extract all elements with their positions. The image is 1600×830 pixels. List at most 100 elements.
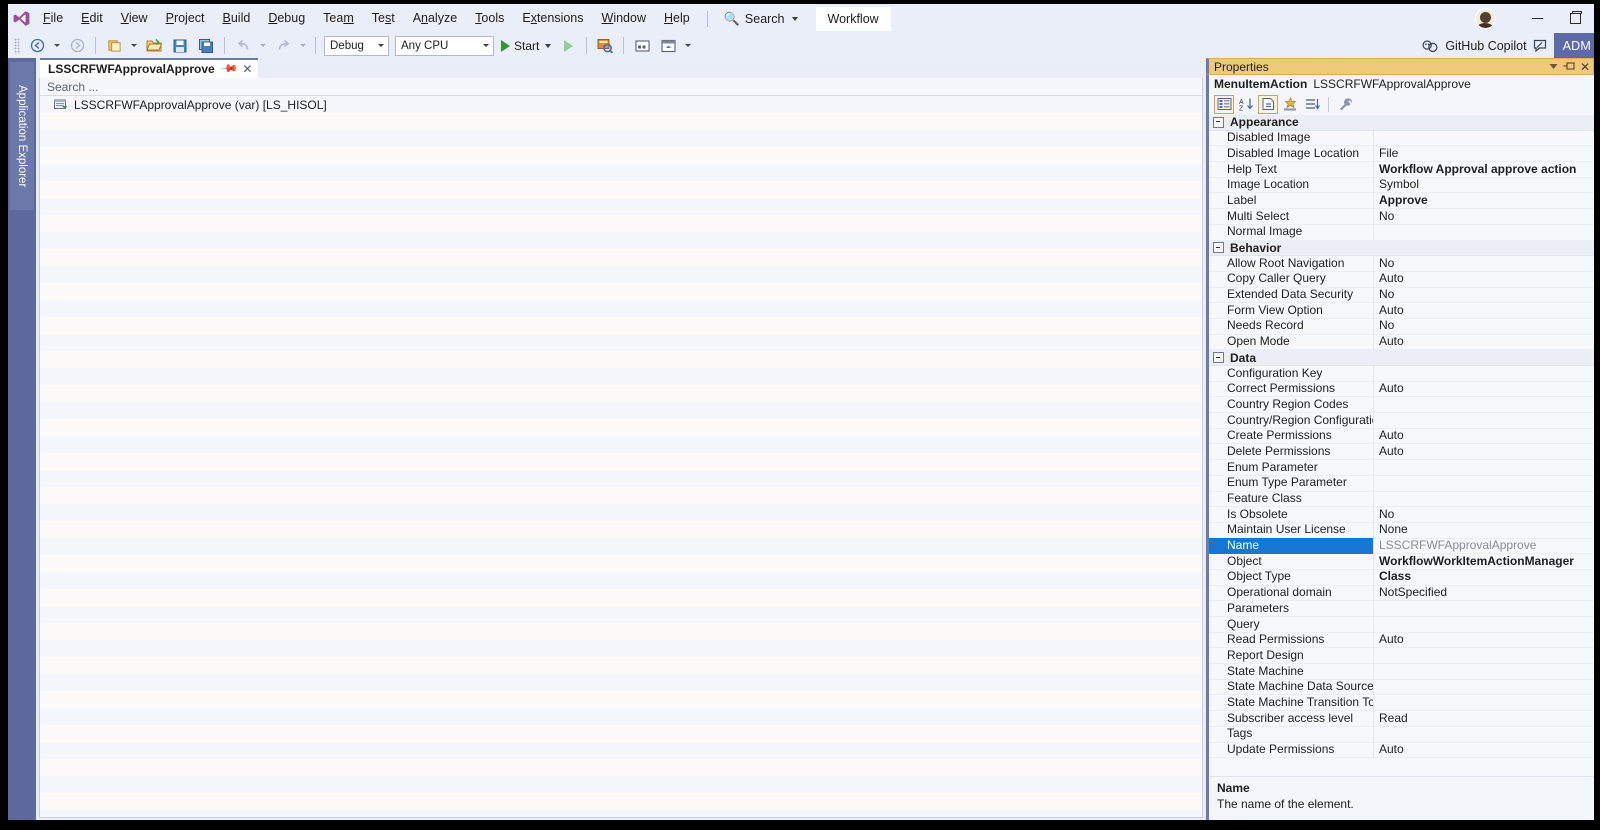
property-row[interactable]: Image Location Symbol xyxy=(1209,177,1594,194)
window-menu-chevron-down-icon[interactable] xyxy=(1545,63,1561,70)
property-value[interactable] xyxy=(1374,413,1594,429)
property-pages-icon[interactable] xyxy=(1302,95,1322,114)
toolbar-overflow-icon[interactable] xyxy=(685,44,692,47)
property-value[interactable]: Auto xyxy=(1374,381,1594,397)
property-row[interactable]: Is Obsolete No xyxy=(1209,506,1594,523)
property-category-behavior[interactable]: Behavior xyxy=(1209,240,1594,257)
property-row[interactable]: Object WorkflowWorkItemActionManager xyxy=(1209,553,1594,570)
avatar[interactable] xyxy=(1475,8,1496,29)
workflow-context-tab[interactable]: Workflow xyxy=(815,6,891,31)
property-row[interactable]: Read Permissions Auto xyxy=(1209,632,1594,649)
property-value[interactable]: Auto xyxy=(1374,444,1594,460)
property-row[interactable]: Parameters xyxy=(1209,600,1594,617)
navigate-backward-button[interactable] xyxy=(24,35,50,57)
save-all-button[interactable] xyxy=(193,35,219,57)
property-row[interactable]: Disabled Image xyxy=(1209,130,1594,147)
close-icon[interactable]: ✕ xyxy=(1577,60,1593,74)
account-badge[interactable]: ADM xyxy=(1553,33,1594,58)
attach-to-process-button[interactable] xyxy=(592,35,618,57)
property-row[interactable]: Multi Select No xyxy=(1209,208,1594,225)
property-row[interactable]: Name LSSCRFWFApprovalApprove xyxy=(1209,538,1594,555)
github-copilot-button[interactable]: GitHub Copilot xyxy=(1416,33,1553,58)
property-value[interactable] xyxy=(1374,648,1594,664)
menu-item-team[interactable]: Team xyxy=(314,4,363,33)
menu-item-tools[interactable]: Tools xyxy=(466,4,513,33)
property-value[interactable]: Auto xyxy=(1374,632,1594,648)
property-row[interactable]: Subscriber access level Read xyxy=(1209,710,1594,727)
menu-item-extensions[interactable]: Extensions xyxy=(513,4,592,33)
property-value[interactable]: Read xyxy=(1374,711,1594,727)
new-project-dropdown-icon[interactable] xyxy=(131,44,137,47)
property-value[interactable] xyxy=(1374,617,1594,633)
start-without-debugging-button[interactable] xyxy=(555,35,581,57)
menu-item-debug[interactable]: Debug xyxy=(259,4,314,33)
menu-item-view[interactable]: View xyxy=(112,4,157,33)
property-value[interactable]: None xyxy=(1374,522,1594,538)
property-value[interactable]: NotSpecified xyxy=(1374,585,1594,601)
pin-icon[interactable]: 📌 xyxy=(220,60,238,78)
property-row[interactable]: Enum Type Parameter xyxy=(1209,475,1594,492)
property-row[interactable]: Create Permissions Auto xyxy=(1209,428,1594,445)
property-row[interactable]: Disabled Image Location File xyxy=(1209,145,1594,163)
property-value[interactable]: Approve xyxy=(1374,193,1594,209)
categorized-icon[interactable] xyxy=(1214,94,1234,114)
property-row[interactable]: Query xyxy=(1209,616,1594,633)
property-value[interactable] xyxy=(1374,664,1594,680)
document-tab[interactable]: LSSCRFWFApprovalApprove 📌 ✕ xyxy=(40,58,259,78)
open-file-button[interactable] xyxy=(141,35,167,57)
menu-item-help[interactable]: Help xyxy=(655,4,699,33)
properties-page-icon[interactable] xyxy=(1258,94,1278,114)
property-row[interactable]: Help Text Workflow Approval approve actio… xyxy=(1209,161,1594,178)
start-debug-button[interactable]: Start xyxy=(497,35,555,57)
menu-item-test[interactable]: Test xyxy=(363,4,404,33)
property-value[interactable] xyxy=(1374,491,1594,507)
property-value[interactable]: Auto xyxy=(1374,303,1594,319)
property-value[interactable]: Symbol xyxy=(1374,177,1594,193)
property-row[interactable]: State Machine Data Source xyxy=(1209,679,1594,696)
property-value[interactable]: Auto xyxy=(1374,428,1594,444)
property-row[interactable]: Configuration Key xyxy=(1209,365,1594,382)
property-value[interactable]: No xyxy=(1374,209,1594,225)
property-value[interactable]: No xyxy=(1374,287,1594,303)
show-window-layout-button[interactable] xyxy=(629,35,655,57)
property-value[interactable]: No xyxy=(1374,318,1594,334)
pin-icon[interactable] xyxy=(1561,61,1577,72)
property-value[interactable] xyxy=(1374,460,1594,476)
save-button[interactable] xyxy=(167,35,193,57)
property-row[interactable]: Country/Region Configuration Ke xyxy=(1209,412,1594,429)
property-row[interactable]: Object Type Class xyxy=(1209,569,1594,586)
menu-item-project[interactable]: Project xyxy=(157,4,214,33)
menu-item-window[interactable]: Window xyxy=(593,4,655,33)
undo-button[interactable] xyxy=(230,35,256,57)
redo-button[interactable] xyxy=(270,35,296,57)
menu-item-analyze[interactable]: Analyze xyxy=(404,4,466,33)
property-value[interactable]: Workflow Approval approve action xyxy=(1374,162,1594,178)
toolbar-options-button[interactable] xyxy=(655,35,681,57)
property-row[interactable]: Enum Parameter xyxy=(1209,459,1594,476)
navigate-forward-button[interactable] xyxy=(64,35,90,57)
property-row[interactable]: Extended Data Security No xyxy=(1209,287,1594,304)
menu-item-edit[interactable]: Edit xyxy=(72,4,112,33)
property-row[interactable]: State Machine Transition To xyxy=(1209,694,1594,712)
collapse-toggle-icon[interactable] xyxy=(1213,352,1224,364)
restore-button[interactable] xyxy=(1556,4,1594,33)
property-row[interactable]: Normal Image xyxy=(1209,224,1594,241)
property-row[interactable]: State Machine xyxy=(1209,663,1594,680)
property-category-data[interactable]: Data xyxy=(1209,350,1594,366)
property-category-appearance[interactable]: Appearance xyxy=(1209,115,1594,131)
search-menu-button[interactable]: 🔍 Search xyxy=(716,4,806,33)
property-value[interactable] xyxy=(1374,695,1594,711)
property-row[interactable]: Operational domain NotSpecified xyxy=(1209,585,1594,602)
property-value[interactable]: Class xyxy=(1374,569,1594,585)
property-value[interactable]: No xyxy=(1374,256,1594,272)
events-icon[interactable] xyxy=(1280,95,1300,114)
property-value[interactable] xyxy=(1374,601,1594,617)
property-value[interactable] xyxy=(1374,366,1594,382)
property-value[interactable] xyxy=(1374,224,1594,240)
close-icon[interactable]: ✕ xyxy=(242,63,252,75)
property-row[interactable]: Maintain User License None xyxy=(1209,522,1594,539)
search-input[interactable]: Search ... xyxy=(40,78,1202,96)
property-row[interactable]: Copy Caller Query Auto xyxy=(1209,271,1594,288)
property-value[interactable]: WorkflowWorkItemActionManager xyxy=(1374,554,1594,570)
property-value[interactable]: No xyxy=(1374,507,1594,523)
